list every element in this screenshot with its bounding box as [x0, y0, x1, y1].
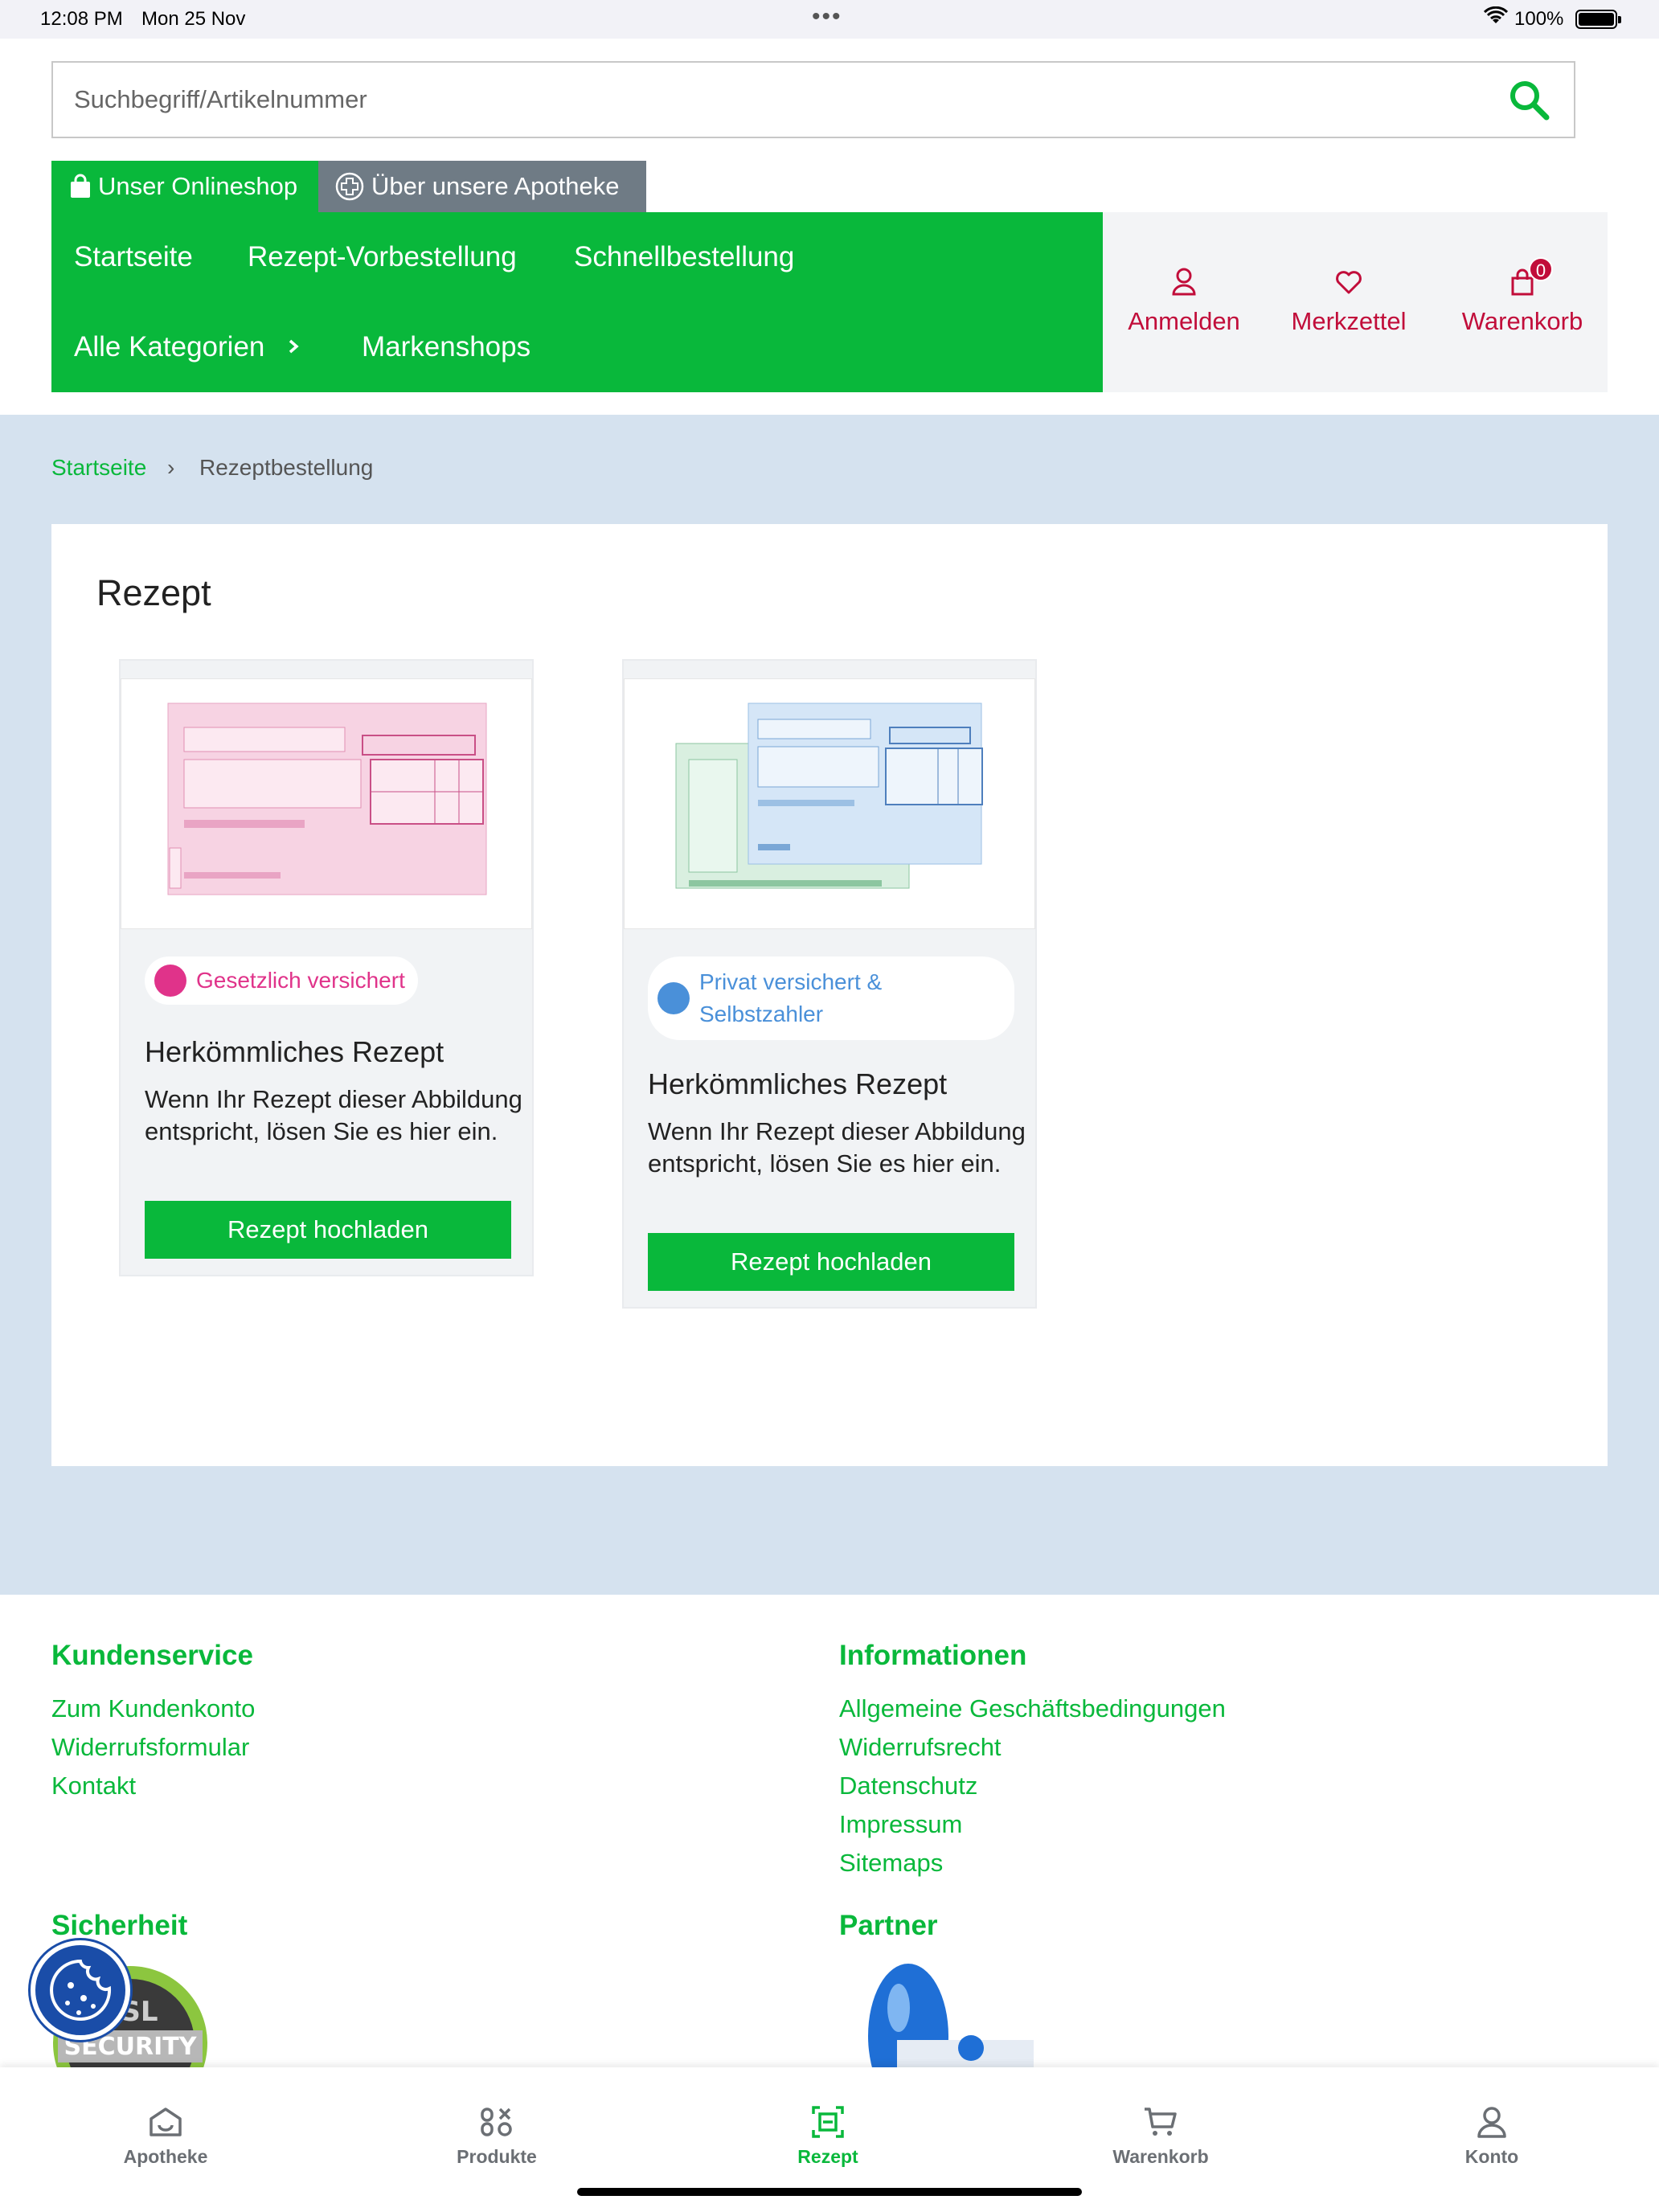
tab-apotheke-label: Über unsere Apotheke [371, 172, 620, 200]
tab-apotheke-label: Apotheke [123, 2146, 208, 2167]
footer-heading-informationen: Informationen [839, 1640, 1027, 1671]
cart-label: Warenkorb [1461, 307, 1583, 335]
cookie-settings-button[interactable] [31, 1940, 130, 2040]
card-description: Wenn Ihr Rezept dieser Abbildung entspri… [648, 1117, 1026, 1178]
wifi-icon [1483, 6, 1509, 31]
nav-rezept-vorbestellung[interactable]: Rezept-Vorbestellung [248, 241, 517, 273]
footer-heading-sicherheit: Sicherheit [51, 1910, 188, 1941]
prescription-card-pkv: Privat versichert & Selbstzahler Herkömm… [622, 659, 1037, 1309]
battery-icon [1575, 10, 1621, 29]
status-date: Mon 25 Nov [141, 8, 246, 30]
chevron-right-icon [286, 333, 302, 364]
login-label: Anmelden [1128, 307, 1240, 335]
breadcrumb-separator: › [167, 455, 175, 480]
shopping-bag-icon [71, 174, 90, 198]
page-title: Rezept [96, 572, 211, 613]
footer-link-widerrufsrecht[interactable]: Widerrufsrecht [839, 1733, 1002, 1762]
status-time: 12:08 PM [40, 8, 123, 30]
tab-warenkorb-label: Warenkorb [1112, 2146, 1209, 2167]
account-area: Anmelden Merkzettel Warenkorb 0 [1103, 212, 1608, 392]
footer-link-kundenkonto[interactable]: Zum Kundenkonto [51, 1694, 255, 1723]
nav-startseite[interactable]: Startseite [74, 241, 193, 273]
tab-konto-label: Konto [1464, 2146, 1519, 2167]
multitasking-dots-icon[interactable]: ••• [812, 3, 842, 31]
wishlist-button[interactable]: Merkzettel [1284, 265, 1413, 336]
footer-link-datenschutz[interactable]: Datenschutz [839, 1772, 977, 1800]
footer-link-impressum[interactable]: Impressum [839, 1810, 962, 1839]
cart-button[interactable]: Warenkorb 0 [1450, 257, 1595, 336]
main-navigation: Startseite Rezept-Vorbestellung Schnellb… [51, 212, 1103, 392]
tab-produkte[interactable]: Produkte [416, 2103, 577, 2168]
tab-apotheke[interactable]: Apotheke [85, 2103, 246, 2168]
nav-alle-kategorien[interactable]: Alle Kategorien [74, 331, 264, 363]
user-icon [1477, 2107, 1506, 2138]
tab-apotheke[interactable]: Über unsere Apotheke [318, 161, 646, 212]
tab-onlineshop-label: Unser Onlineshop [98, 172, 298, 200]
cart-icon [1145, 2108, 1177, 2136]
nav-markenshops[interactable]: Markenshops [362, 331, 530, 363]
badge-gesetzlich-label: Gesetzlich versichert [196, 968, 405, 993]
login-button[interactable]: Anmelden [1124, 265, 1244, 336]
blue-dot-icon [657, 982, 690, 1014]
prescription-card-gkv: Gesetzlich versichert Herkömmliches Reze… [119, 659, 534, 1276]
footer-link-agb[interactable]: Allgemeine Geschäftsbedingungen [839, 1694, 1226, 1723]
user-icon [1172, 268, 1196, 296]
nav-schnellbestellung[interactable]: Schnellbestellung [574, 241, 794, 273]
pink-dot-icon [154, 965, 186, 997]
footer-link-kontakt[interactable]: Kontakt [51, 1772, 136, 1800]
home-indicator[interactable] [577, 2188, 1082, 2196]
search-icon[interactable] [1508, 79, 1551, 126]
wishlist-label: Merkzettel [1291, 307, 1407, 335]
upload-prescription-button[interactable]: Rezept hochladen [145, 1201, 511, 1259]
search-box [51, 61, 1575, 138]
prescription-scan-icon [812, 2106, 844, 2138]
home-icon [150, 2108, 182, 2136]
footer-link-widerrufsformular[interactable]: Widerrufsformular [51, 1733, 249, 1762]
tab-onlineshop[interactable]: Unser Onlineshop [51, 161, 318, 212]
upload-prescription-button[interactable]: Rezept hochladen [648, 1233, 1014, 1291]
prescription-image-pink [121, 678, 532, 929]
prescription-image-blue [624, 678, 1035, 929]
battery-percent: 100% [1514, 8, 1564, 30]
card-title: Herkömmliches Rezept [145, 1035, 444, 1068]
footer-link-sitemaps[interactable]: Sitemaps [839, 1849, 943, 1878]
pharmacy-cross-icon [335, 172, 364, 201]
breadcrumb-current: Rezeptbestellung [199, 455, 374, 480]
cookie-icon [50, 1959, 112, 2021]
badge-gesetzlich: Gesetzlich versichert [145, 956, 418, 1005]
heart-icon [1336, 271, 1362, 294]
tab-produkte-label: Produkte [457, 2146, 537, 2167]
products-icon [481, 2108, 512, 2136]
cart-count-badge: 0 [1529, 257, 1553, 281]
breadcrumb-home[interactable]: Startseite [51, 455, 146, 481]
search-input[interactable] [72, 77, 1439, 122]
status-bar: 12:08 PM Mon 25 Nov ••• 100% [0, 0, 1659, 39]
card-description: Wenn Ihr Rezept dieser Abbildung entspri… [145, 1085, 522, 1145]
tab-warenkorb[interactable]: Warenkorb [1080, 2103, 1241, 2168]
badge-privat: Privat versichert & Selbstzahler [648, 956, 1014, 1040]
partner-logo [858, 1960, 1083, 2067]
footer-heading-partner: Partner [839, 1910, 938, 1941]
badge-privat-label: Privat versichert & Selbstzahler [699, 969, 883, 1026]
tab-rezept-label: Rezept [797, 2146, 858, 2167]
footer-heading-kundenservice: Kundenservice [51, 1640, 253, 1671]
card-title: Herkömmliches Rezept [648, 1067, 948, 1100]
tab-rezept[interactable]: Rezept [748, 2103, 908, 2168]
tab-konto[interactable]: Konto [1411, 2103, 1572, 2168]
